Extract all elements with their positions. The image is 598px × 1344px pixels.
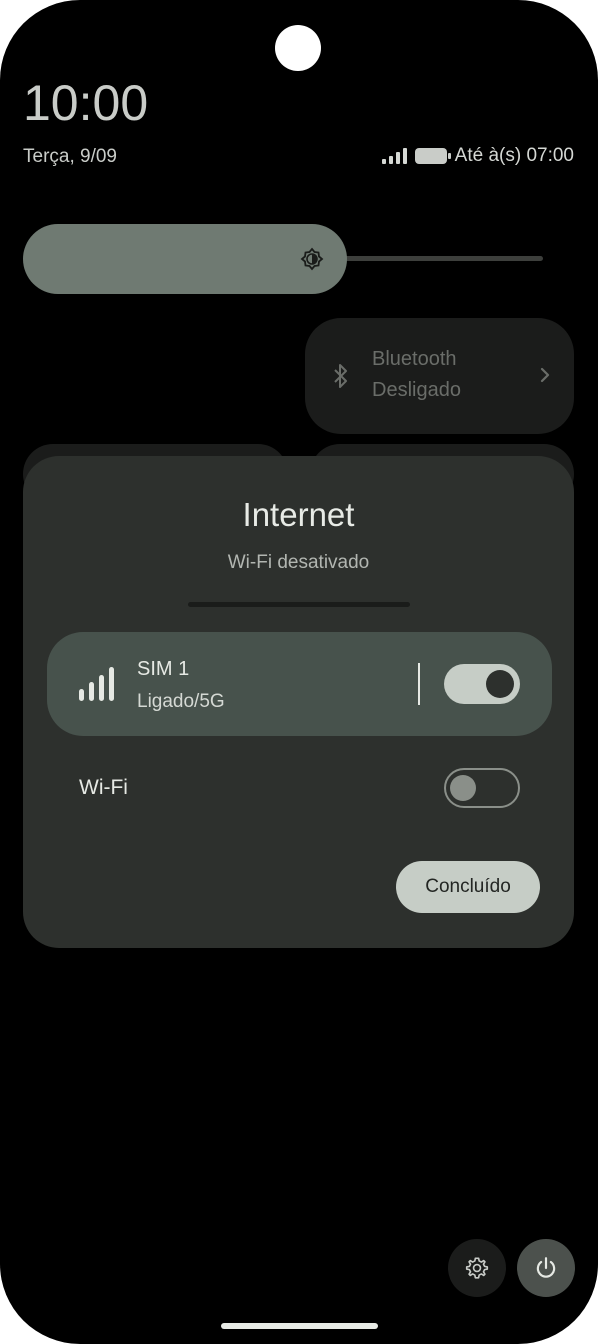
bluetooth-title: Bluetooth <box>372 348 457 370</box>
home-indicator[interactable] <box>221 1323 378 1329</box>
status-bar-right: Até à(s) 07:00 <box>381 145 574 167</box>
dialog-subtitle: Wi-Fi desativado <box>227 552 370 573</box>
brightness-slider[interactable] <box>23 224 347 294</box>
signal-icon <box>381 148 407 164</box>
brightness-icon <box>300 247 324 271</box>
done-button[interactable]: Concluído <box>396 861 540 913</box>
sim-status: Ligado/5G <box>137 691 225 712</box>
wifi-label: Wi-Fi <box>79 776 128 799</box>
clock: 10:00 <box>23 75 149 131</box>
bluetooth-tile[interactable]: Bluetooth Desligado <box>305 318 574 434</box>
sim-card-row[interactable]: SIM 1 Ligado/5G <box>47 632 552 736</box>
date: Terça, 9/09 <box>23 146 117 167</box>
separator <box>418 663 420 705</box>
power-button[interactable] <box>517 1239 575 1297</box>
dialog-title: Internet <box>242 496 355 533</box>
wifi-toggle[interactable] <box>444 768 520 808</box>
toggle-knob <box>450 775 476 801</box>
phone-screen: 10:00 Terça, 9/09 Até à(s) 07:00 Bluetoo… <box>0 0 598 1344</box>
cellular-signal-icon <box>79 667 114 701</box>
divider <box>188 602 410 607</box>
chevron-right-icon <box>540 367 550 383</box>
internet-dialog: Internet Wi-Fi desativado SIM 1 Ligado/5… <box>23 456 574 948</box>
sim-name: SIM 1 <box>137 658 190 680</box>
settings-button[interactable] <box>448 1239 506 1297</box>
bluetooth-icon <box>334 364 347 388</box>
toggle-knob <box>486 670 514 698</box>
front-camera <box>275 25 321 71</box>
mobile-data-toggle[interactable] <box>444 664 520 704</box>
alarm-text: Até à(s) 07:00 <box>454 145 574 166</box>
bluetooth-state: Desligado <box>372 379 461 401</box>
gear-icon <box>465 1257 489 1279</box>
power-icon <box>536 1257 556 1278</box>
battery-icon <box>414 148 451 164</box>
